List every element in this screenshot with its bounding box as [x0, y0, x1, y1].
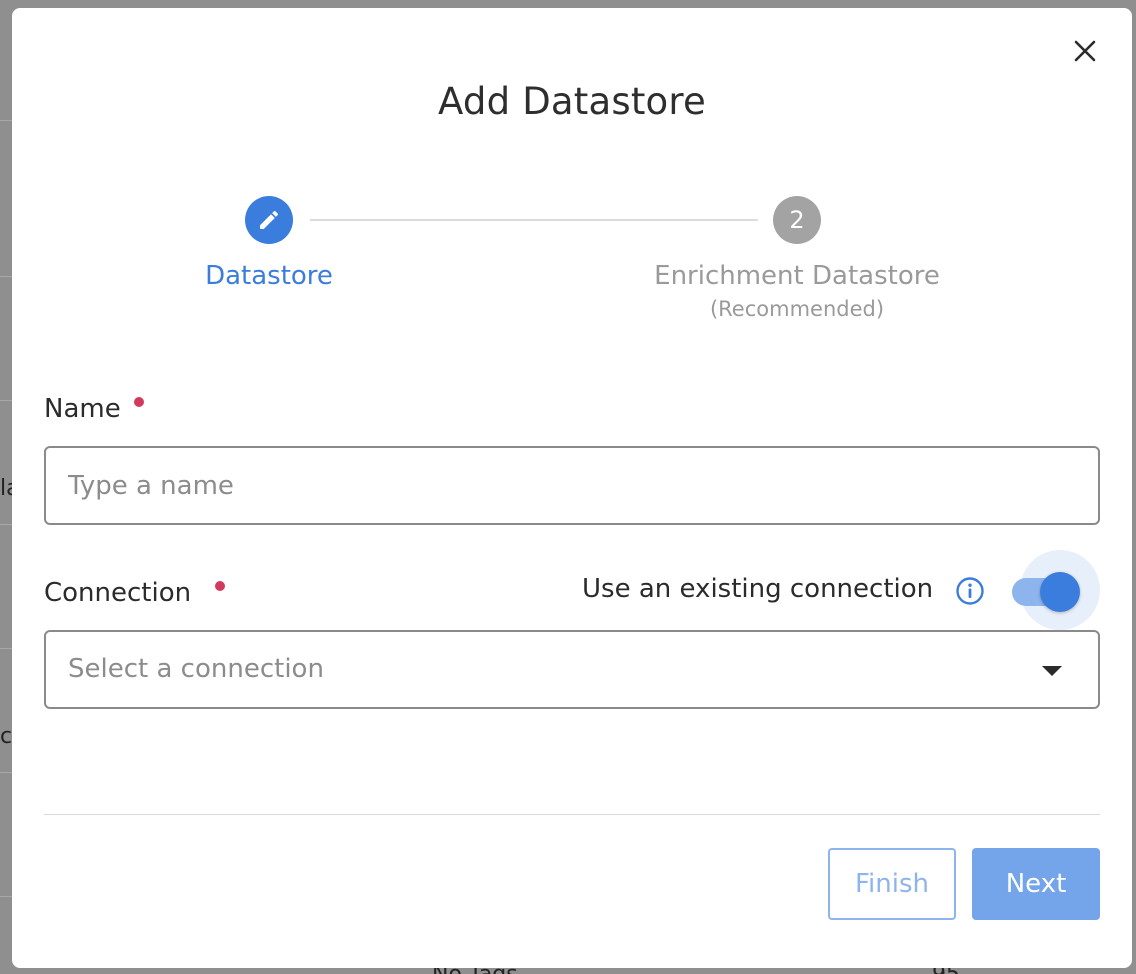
next-button[interactable]: Next — [972, 848, 1100, 920]
step-2-label: Enrichment Datastore — [654, 261, 940, 291]
required-indicator — [134, 397, 144, 407]
name-input[interactable] — [44, 446, 1100, 525]
connection-select-placeholder: Select a connection — [68, 654, 324, 684]
info-icon[interactable] — [955, 576, 985, 606]
close-icon — [1074, 40, 1096, 62]
backdrop-divider — [0, 276, 12, 277]
backdrop-text: ck — [0, 724, 12, 749]
step-1-indicator — [245, 196, 293, 244]
use-existing-connection-toggle[interactable] — [1002, 550, 1102, 632]
connection-label: Connection — [44, 578, 192, 608]
name-label: Name — [44, 394, 121, 424]
dialog-title: Add Datastore — [438, 80, 706, 123]
step-2-indicator: 2 — [773, 196, 821, 244]
backdrop-divider — [0, 400, 12, 401]
chevron-down-icon — [1042, 666, 1062, 676]
stepper-connector — [310, 219, 758, 221]
backdrop-divider — [0, 772, 12, 773]
backdrop-divider — [0, 648, 12, 649]
toggle-knob — [1040, 572, 1080, 612]
backdrop-text: la — [0, 476, 12, 501]
backdrop-divider — [0, 524, 12, 525]
step-2-sublabel: (Recommended) — [709, 297, 885, 321]
required-indicator — [215, 581, 225, 591]
finish-button[interactable]: Finish — [828, 848, 956, 920]
close-button[interactable] — [1072, 38, 1098, 64]
backdrop-divider — [0, 120, 12, 121]
add-datastore-dialog: Add Datastore 2 Datastore Enrichment Dat… — [12, 8, 1132, 968]
step-1-label: Datastore — [205, 261, 333, 291]
backdrop-divider — [0, 896, 12, 897]
pencil-icon — [260, 210, 279, 229]
connection-select[interactable]: Select a connection — [44, 630, 1100, 709]
footer-divider — [44, 814, 1100, 815]
use-existing-connection-label: Use an existing connection — [582, 574, 934, 604]
